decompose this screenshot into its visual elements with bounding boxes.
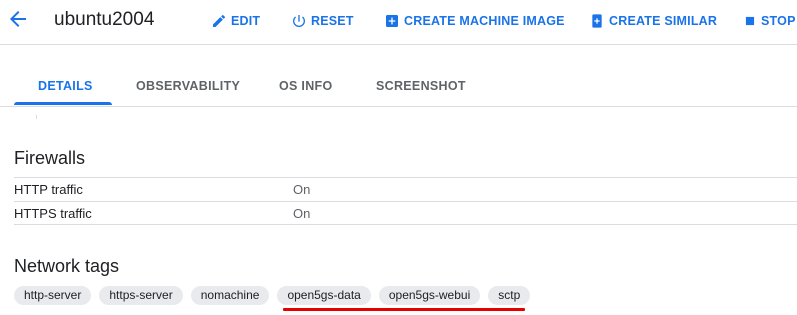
tab-bar: DETAILS OBSERVABILITY OS INFO SCREENSHOT [0,45,797,107]
edit-label: EDIT [231,14,261,28]
back-arrow-icon[interactable] [6,7,30,31]
network-tag-chip: open5gs-webui [378,286,481,305]
reset-button[interactable]: RESET [291,12,354,30]
tab-os-info[interactable]: OS INFO [279,79,333,93]
create-machine-image-button[interactable]: CREATE MACHINE IMAGE [384,12,565,30]
stop-icon [745,16,755,26]
firewall-value: On [293,182,311,197]
network-tags-list: http-server https-server nomachine open5… [14,286,531,306]
network-tag-chip: https-server [99,286,183,305]
network-tag-chip: nomachine [190,286,270,305]
stop-button[interactable]: STOP [743,12,796,30]
add-box-icon [386,15,398,27]
create-similar-label: CREATE SIMILAR [609,14,718,28]
firewalls-heading: Firewalls [14,148,86,168]
firewall-value: On [293,206,311,221]
pencil-icon [213,14,226,27]
highlight-underline [283,308,525,311]
tab-details[interactable]: DETAILS [38,79,93,93]
page-title: ubuntu2004 [54,9,155,30]
firewall-label: HTTPS traffic [14,206,92,221]
create-similar-button[interactable]: CREATE SIMILAR [589,12,717,30]
create-machine-image-label: CREATE MACHINE IMAGE [404,14,565,28]
network-tag-chip: sctp [488,286,531,305]
reset-label: RESET [311,14,354,28]
top-bar: ubuntu2004 EDIT RESET CREATE MACHINE IMA… [0,0,797,45]
stop-label: STOP [761,14,796,28]
copy-add-icon [592,14,602,28]
power-icon [293,15,305,27]
tab-observability[interactable]: OBSERVABILITY [136,79,240,93]
tab-screenshot[interactable]: SCREENSHOT [376,79,466,93]
firewall-row-https: HTTPS traffic On [14,201,797,225]
firewall-row-http: HTTP traffic On [14,177,797,201]
firewall-label: HTTP traffic [14,182,83,197]
edit-button[interactable]: EDIT [211,12,260,30]
network-tags-heading: Network tags [14,256,120,276]
divider [36,115,37,119]
network-tag-chip: http-server [14,286,92,305]
network-tag-chip: open5gs-data [277,286,371,305]
active-tab-indicator [14,102,112,105]
